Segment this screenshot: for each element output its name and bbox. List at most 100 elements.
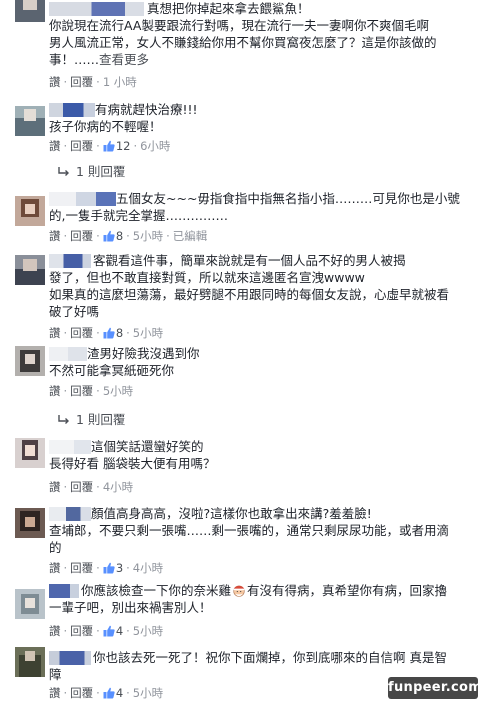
- avatar[interactable]: [15, 438, 45, 468]
- avatar[interactable]: [15, 647, 45, 677]
- timestamp[interactable]: 1 小時: [103, 75, 137, 89]
- reply-button[interactable]: 回覆: [70, 480, 93, 494]
- reply-button[interactable]: 回覆: [70, 139, 93, 153]
- like-button[interactable]: 讚: [49, 229, 61, 243]
- timestamp[interactable]: 5小時: [133, 624, 163, 638]
- like-button[interactable]: 讚: [49, 561, 61, 575]
- like-icon: [103, 327, 115, 339]
- comment-actions: 讚 · 回覆 · 12 · 6小時: [49, 139, 170, 154]
- line: 五個女友~~~毋指食指中指無名指小指………可見你也是小號: [116, 191, 460, 206]
- timestamp[interactable]: 5小時: [103, 384, 133, 398]
- comment-actions: 讚 · 回覆 · 1 小時: [49, 75, 137, 90]
- view-replies-link[interactable]: 1 則回覆: [58, 412, 125, 428]
- separator: ·: [96, 229, 100, 243]
- separator: ·: [63, 75, 68, 89]
- comment-text: 真想把你掉起來拿去餵鯊魚！ 你說現在流行AA製要跟流行對嗎，現在流行一夫一妻啊你…: [49, 0, 469, 68]
- comment-text: 這個笑話還蠻好笑的 長得好看 腦袋裝大便有用嗎？: [49, 438, 469, 472]
- comment-text: 渣男好險我沒遇到你 不然可能拿冥紙砸死你: [49, 345, 469, 379]
- separator: ·: [63, 326, 68, 340]
- like-button[interactable]: 讚: [49, 480, 61, 494]
- timestamp[interactable]: 5小時: [133, 686, 163, 700]
- separator: ·: [126, 229, 130, 243]
- separator: ·: [63, 139, 68, 153]
- line: 客觀看這件事，簡單來說就是有一個人品不好的男人被揭: [93, 253, 406, 268]
- like-count[interactable]: 4: [116, 624, 123, 638]
- like-icon: [103, 625, 115, 637]
- like-count[interactable]: 12: [116, 139, 131, 153]
- reply-button[interactable]: 回覆: [70, 624, 93, 638]
- like-icon: [103, 230, 115, 242]
- like-button[interactable]: 讚: [49, 686, 61, 700]
- separator: ·: [96, 139, 100, 153]
- see-more-link[interactable]: 查看更多: [99, 52, 149, 67]
- separator: ·: [96, 384, 100, 398]
- line: 長得好看 腦袋裝大便有用嗎？: [49, 456, 216, 471]
- separator: ·: [96, 561, 100, 575]
- line: 如果真的這麼坦蕩蕩，最好劈腿不用跟同時的每個女友說，心虛早就被看: [49, 287, 450, 302]
- separator: ·: [96, 624, 100, 638]
- line: 男人風流正常，女人不賺錢給你用不幫你買窩夜怎麼了？這是你該做的: [49, 35, 437, 50]
- like-count[interactable]: 8: [116, 229, 123, 243]
- comment-actions: 讚 · 回覆 · 4 · 5小時: [49, 624, 163, 639]
- reply-button[interactable]: 回覆: [70, 686, 93, 700]
- separator: ·: [63, 480, 68, 494]
- site-watermark: funpeer.com: [388, 677, 482, 699]
- reply-arrow-icon: [58, 415, 69, 424]
- separator: ·: [63, 561, 68, 575]
- reply-button[interactable]: 回覆: [70, 75, 93, 89]
- separator: ·: [63, 624, 68, 638]
- avatar[interactable]: [15, 0, 45, 22]
- timestamp[interactable]: 5小時: [133, 229, 163, 243]
- view-replies-link[interactable]: 1 則回覆: [58, 164, 125, 180]
- line: 渣男好險我沒遇到你: [87, 346, 200, 361]
- timestamp[interactable]: 4小時: [103, 480, 133, 494]
- separator: ·: [133, 139, 138, 153]
- separator: ·: [96, 480, 100, 494]
- avatar[interactable]: [15, 196, 45, 226]
- line: 破了好嗎: [49, 304, 100, 319]
- reply-button[interactable]: 回覆: [70, 326, 93, 340]
- reply-button[interactable]: 回覆: [70, 561, 93, 575]
- line: 不然可能拿冥紙砸死你: [49, 363, 175, 378]
- replies-count: 1 則回覆: [76, 164, 126, 179]
- line: 這個笑話還蠻好笑的: [91, 439, 204, 454]
- timestamp[interactable]: 6小時: [140, 139, 170, 153]
- comment-text: 顏值高身高高，沒啦?這樣你也敢拿出來講?羞羞臉! 查埔郎，不要只剩一張嘴……剩一…: [49, 505, 469, 556]
- reply-button[interactable]: 回覆: [70, 229, 93, 243]
- line: 孩子你病的不輕喔！: [49, 119, 162, 134]
- edited-label[interactable]: 已編輯: [173, 229, 208, 243]
- like-button[interactable]: 讚: [49, 139, 61, 153]
- line: 事！……: [49, 52, 100, 67]
- line: 你應該檢查一下你的奈米雞: [81, 583, 232, 598]
- like-count[interactable]: 8: [116, 326, 123, 340]
- line: 的: [49, 540, 62, 555]
- timestamp[interactable]: 4小時: [133, 561, 163, 575]
- like-button[interactable]: 讚: [49, 624, 61, 638]
- like-count[interactable]: 4: [116, 686, 123, 700]
- avatar[interactable]: [15, 346, 45, 376]
- like-count[interactable]: 3: [116, 561, 123, 575]
- avatar[interactable]: [15, 106, 45, 136]
- line: 顏值高身高高，沒啦?這樣你也敢拿出來講?羞羞臉!: [91, 506, 372, 521]
- line: 發了，但也不敢直接對質，所以就來這邊匿名宣洩wwww: [49, 270, 365, 285]
- comment-actions: 讚 · 回覆 · 5小時: [49, 384, 133, 399]
- reply-button[interactable]: 回覆: [70, 384, 93, 398]
- comment-actions: 讚 · 回覆 · 4小時: [49, 480, 133, 495]
- line: 你說現在流行AA製要跟流行對嗎，現在流行一夫一妻啊你不爽個毛啊: [49, 18, 429, 33]
- comment-text: 你應該檢查一下你的奈米雞 有沒有得病，真希望你有病，回家擼 一輩子吧，別出來禍害別…: [49, 582, 469, 616]
- separator: ·: [96, 686, 100, 700]
- line: 你也該去死一死了！祝你下面爛掉，你到底哪來的自信啊 真是智: [93, 650, 447, 665]
- line: 一輩子吧，別出來禍害別人！: [49, 600, 212, 615]
- comment-text: 客觀看這件事，簡單來說就是有一個人品不好的男人被揭 發了，但也不敢直接對質，所以…: [49, 252, 469, 320]
- avatar[interactable]: [15, 255, 45, 285]
- avatar[interactable]: [15, 508, 45, 538]
- separator: ·: [126, 561, 130, 575]
- like-button[interactable]: 讚: [49, 384, 61, 398]
- timestamp[interactable]: 5小時: [133, 326, 163, 340]
- like-button[interactable]: 讚: [49, 326, 61, 340]
- like-icon: [103, 687, 115, 699]
- avatar[interactable]: [15, 589, 45, 619]
- line: 障: [49, 667, 62, 682]
- comment-text: 五個女友~~~毋指食指中指無名指小指………可見你也是小號 的,一隻手就完全掌握……: [49, 190, 469, 224]
- like-button[interactable]: 讚: [49, 75, 61, 89]
